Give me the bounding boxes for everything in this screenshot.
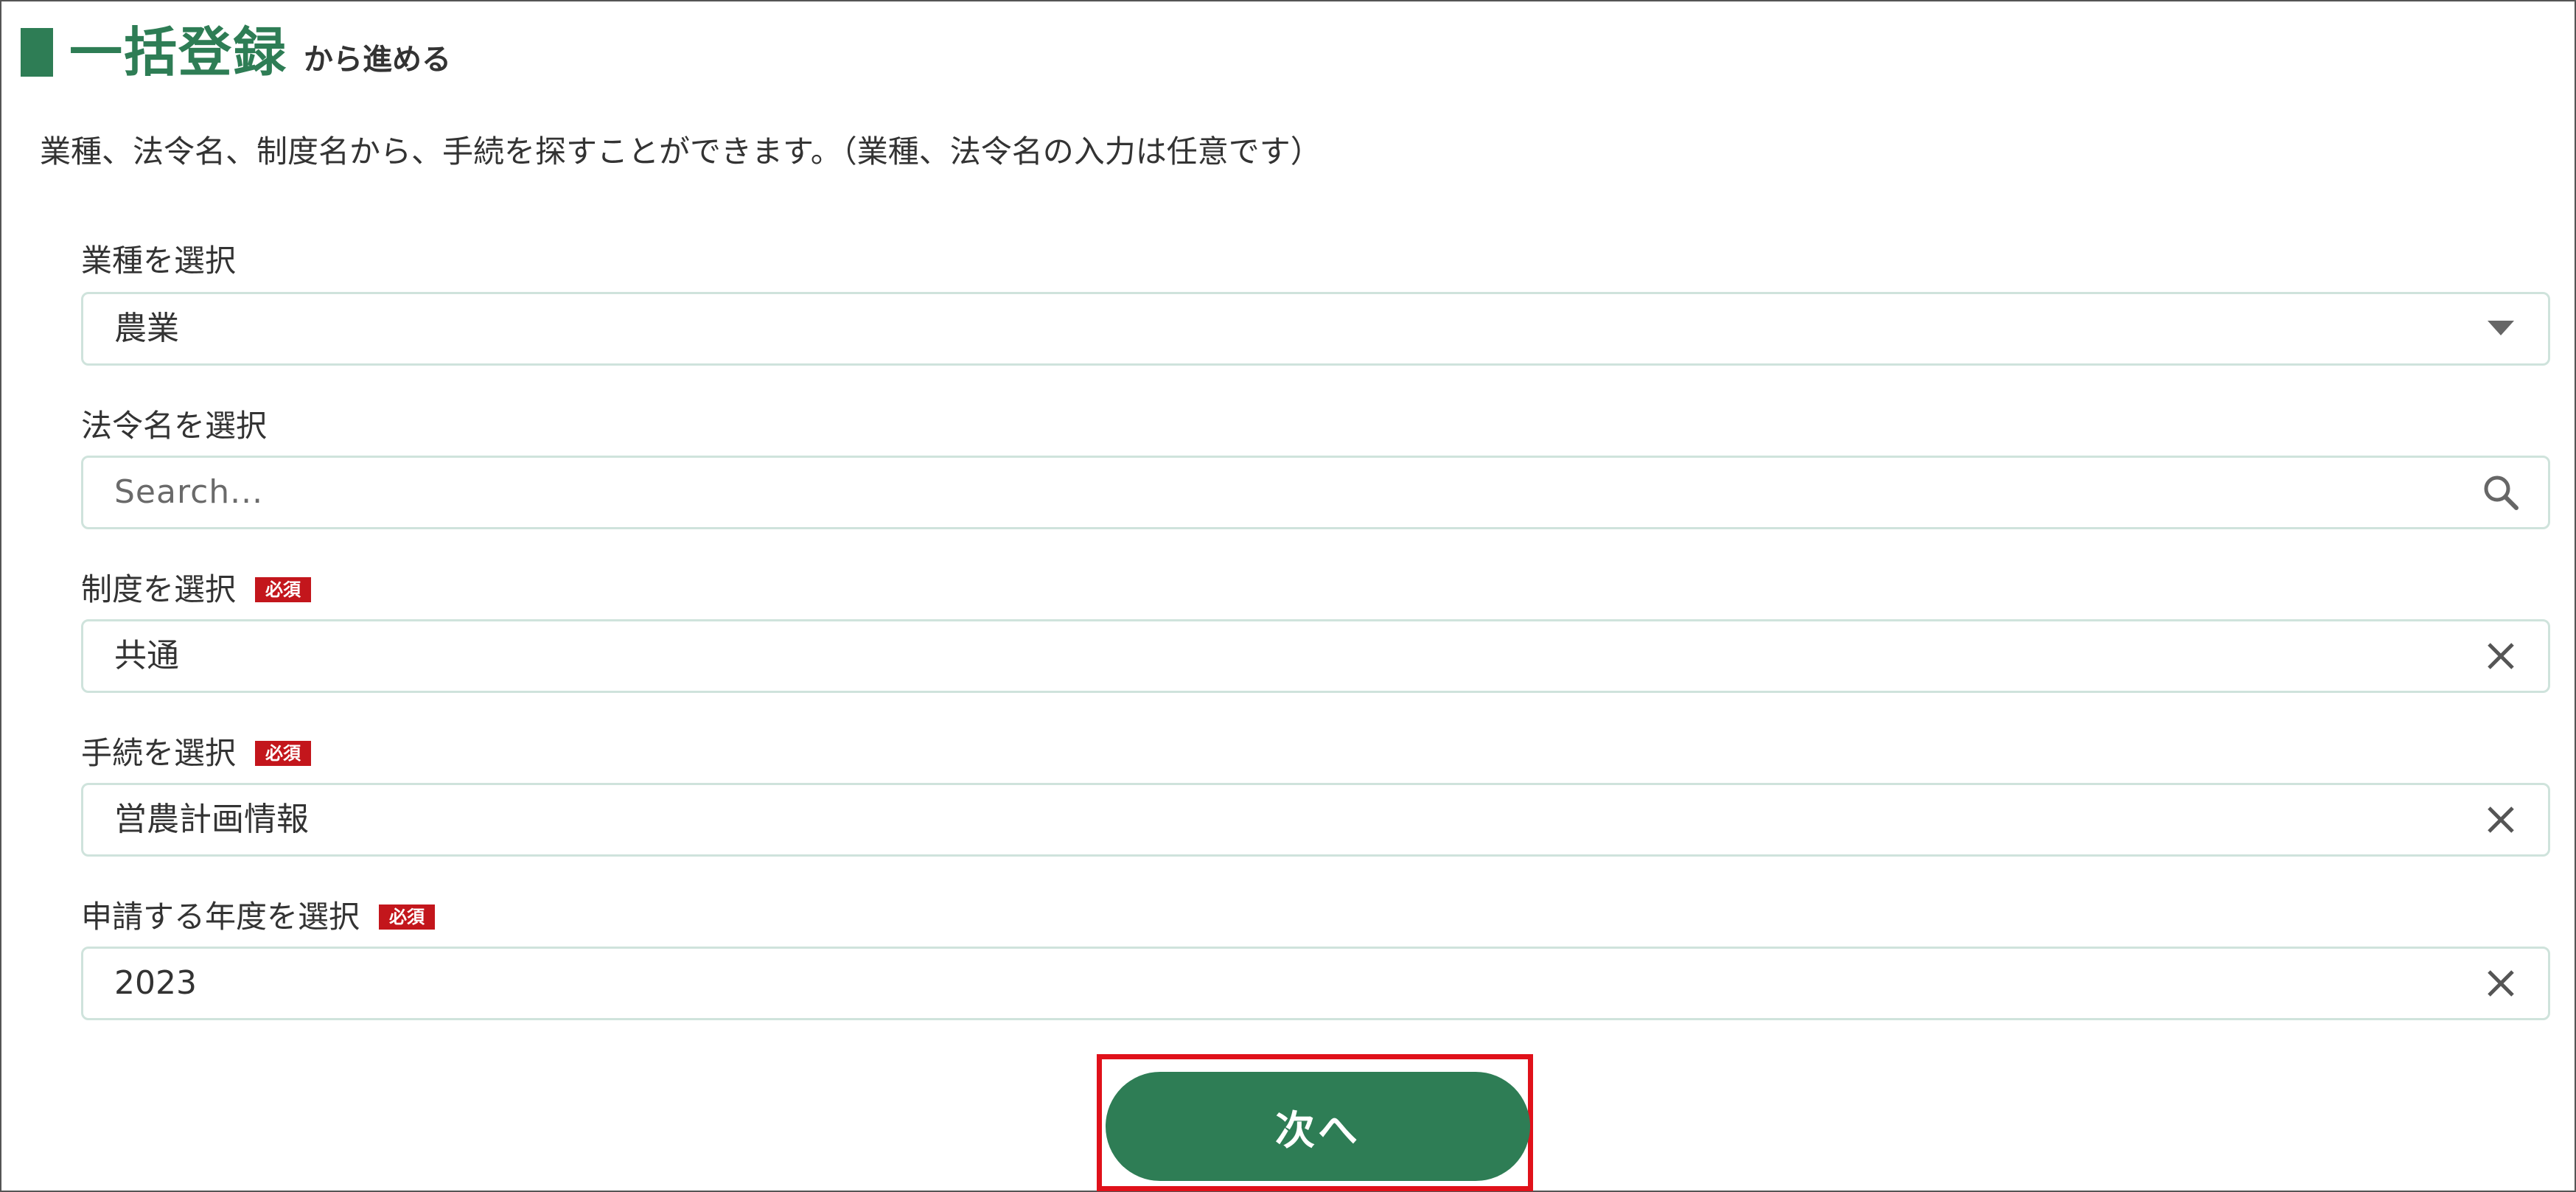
- system-label-text: 制度を選択: [81, 571, 237, 607]
- system-select-value: 共通: [114, 637, 179, 675]
- industry-label: 業種を選択: [81, 239, 236, 283]
- law-search-input[interactable]: Search...: [81, 456, 2550, 529]
- clear-icon[interactable]: [2479, 785, 2523, 854]
- bulk-registration-panel: 一括登録 から進める 業種、法令名、制度名から、手続を探すことができます。（業種…: [0, 0, 2576, 1192]
- search-icon[interactable]: [2479, 458, 2523, 527]
- section-header: 一括登録 から進める: [21, 12, 451, 86]
- required-badge: 必須: [255, 741, 312, 766]
- law-label: 法令名を選択: [81, 404, 267, 448]
- procedure-select[interactable]: 営農計画情報: [81, 783, 2550, 857]
- procedure-label: 手続を選択 必須: [81, 731, 312, 776]
- page-title-suffix: から進める: [304, 43, 452, 77]
- required-badge: 必須: [255, 577, 312, 602]
- description-text: 業種、法令名、制度名から、手続を探すことができます。（業種、法令名の入力は任意で…: [40, 133, 1322, 170]
- next-button[interactable]: 次へ: [1106, 1072, 1530, 1181]
- page-title: 一括登録: [69, 21, 288, 83]
- year-label-text: 申請する年度を選択: [81, 899, 360, 935]
- header-accent-bar: [21, 28, 53, 77]
- procedure-select-value: 営農計画情報: [114, 801, 309, 838]
- industry-label-text: 業種を選択: [81, 243, 237, 279]
- industry-select[interactable]: 農業: [81, 292, 2550, 366]
- law-search-placeholder: Search...: [114, 473, 264, 511]
- system-select[interactable]: 共通: [81, 619, 2550, 693]
- year-label: 申請する年度を選択 必須: [81, 895, 436, 939]
- clear-icon[interactable]: [2479, 949, 2523, 1018]
- industry-select-value: 農業: [114, 310, 179, 347]
- dropdown-triangle-icon[interactable]: [2479, 294, 2523, 363]
- year-select[interactable]: 2023: [81, 947, 2550, 1020]
- clear-icon[interactable]: [2479, 621, 2523, 691]
- system-label: 制度を選択 必須: [81, 568, 312, 612]
- year-select-value: 2023: [114, 964, 197, 1002]
- procedure-label-text: 手続を選択: [81, 735, 237, 771]
- law-label-text: 法令名を選択: [81, 408, 268, 444]
- required-badge: 必須: [379, 905, 436, 930]
